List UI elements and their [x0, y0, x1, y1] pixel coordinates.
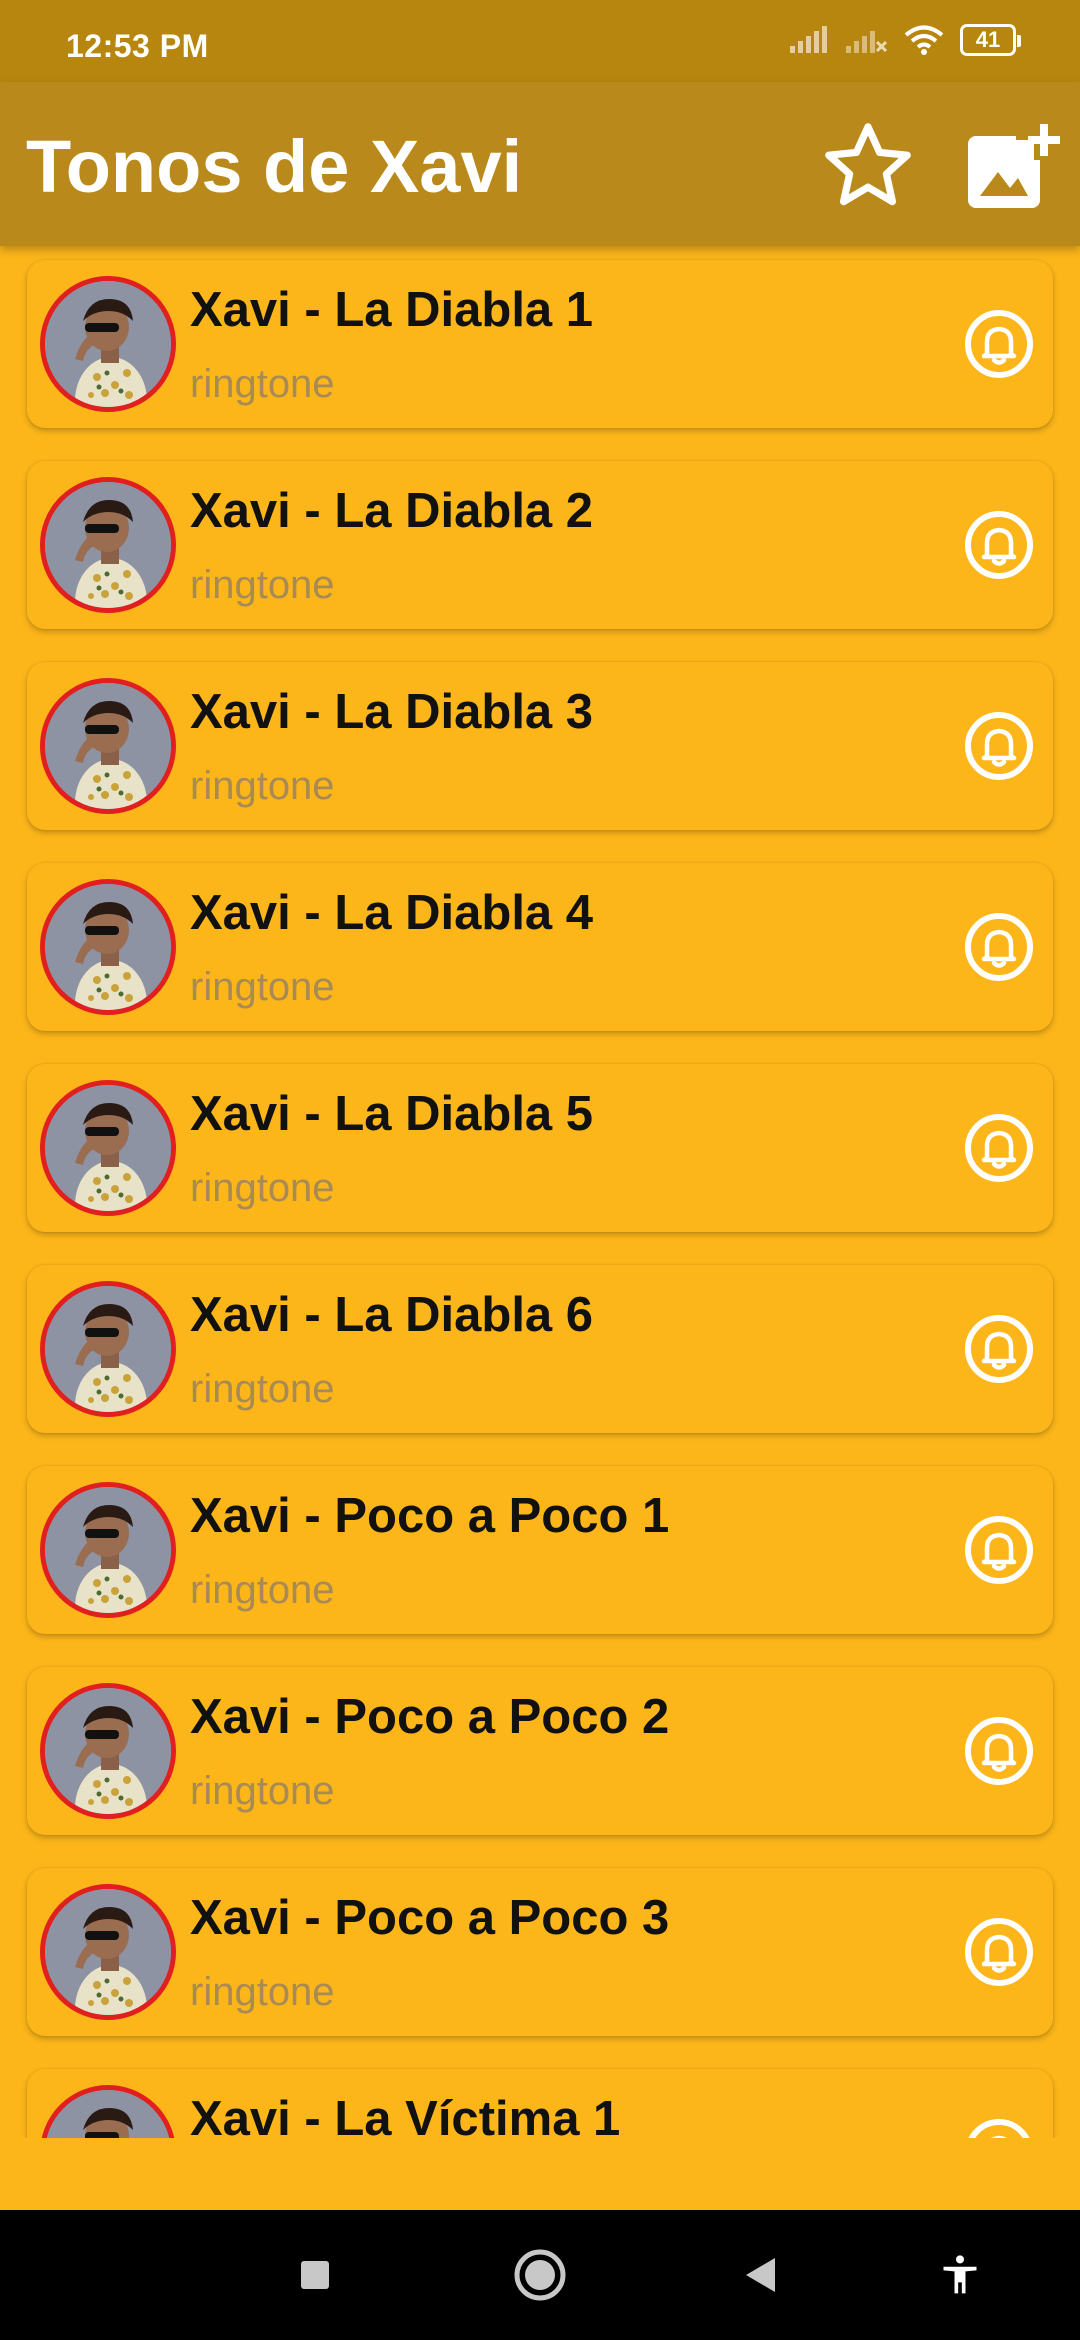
ringtone-title: Xavi - Poco a Poco 3 [190, 1891, 670, 1945]
ringtone-card[interactable]: Xavi - Poco a Poco 3 ringtone [27, 1868, 1053, 2036]
artist-photo-icon [45, 1085, 171, 1211]
set-ringtone-button[interactable] [963, 1916, 1035, 1988]
bell-icon [965, 1918, 1033, 1986]
add-photo-icon [968, 124, 1060, 208]
artist-avatar [40, 276, 176, 412]
ringtone-card[interactable]: Xavi - La Víctima 1 ringtone [27, 2069, 1053, 2138]
artist-avatar [40, 678, 176, 814]
app-title: Tonos de Xavi [26, 125, 523, 208]
bell-icon [965, 1315, 1033, 1383]
set-ringtone-button[interactable] [963, 1313, 1035, 1385]
app-bar: Tonos de Xavi [0, 82, 1080, 246]
bell-icon [965, 1717, 1033, 1785]
ringtone-title: Xavi - La Diabla 2 [190, 484, 594, 538]
set-ringtone-button[interactable] [963, 2117, 1035, 2138]
ringtone-subtitle: ringtone [190, 1970, 335, 2014]
ringtone-subtitle: ringtone [190, 563, 335, 607]
recents-button[interactable] [265, 2210, 365, 2340]
artist-photo-icon [45, 1688, 171, 1814]
artist-photo-icon [45, 884, 171, 1010]
home-circle-icon [514, 2249, 566, 2301]
wifi-icon [904, 25, 944, 55]
recents-square-icon [301, 2261, 329, 2289]
set-ringtone-button[interactable] [963, 308, 1035, 380]
ringtone-subtitle: ringtone [190, 1769, 335, 1813]
ringtone-card[interactable]: Xavi - La Diabla 4 ringtone [27, 863, 1053, 1031]
artist-avatar [40, 2085, 176, 2138]
bell-icon [965, 913, 1033, 981]
ringtone-card[interactable]: Xavi - La Diabla 5 ringtone [27, 1064, 1053, 1232]
ringtone-subtitle: ringtone [190, 1367, 335, 1411]
ringtone-list[interactable]: Xavi - La Diabla 1 ringtone Xavi - La Di… [0, 246, 1080, 2138]
status-bar: 12:53 PM 41 [0, 0, 1080, 82]
signal-icon [790, 26, 827, 53]
signal-off-icon [846, 31, 888, 53]
ringtone-subtitle: ringtone [190, 965, 335, 1009]
artist-photo-icon [45, 281, 171, 407]
ringtone-title: Xavi - La Diabla 1 [190, 283, 594, 337]
star-outline-icon [825, 123, 911, 206]
artist-photo-icon [45, 1487, 171, 1613]
artist-photo-icon [45, 482, 171, 608]
bell-icon [968, 2119, 1030, 2138]
ringtone-title: Xavi - La Víctima 1 [190, 2092, 621, 2138]
system-nav-bar [0, 2210, 1080, 2340]
artist-avatar [40, 1281, 176, 1417]
artist-photo-icon [45, 1889, 171, 2015]
bell-icon [965, 712, 1033, 780]
status-time: 12:53 PM [66, 28, 209, 64]
accessibility-icon [943, 2255, 977, 2294]
set-ringtone-button[interactable] [963, 1514, 1035, 1586]
set-ringtone-button[interactable] [963, 509, 1035, 581]
home-button[interactable] [490, 2210, 590, 2340]
ringtone-subtitle: ringtone [190, 1568, 335, 1612]
ringtone-card[interactable]: Xavi - La Diabla 3 ringtone [27, 662, 1053, 830]
artist-avatar [40, 1884, 176, 2020]
back-button[interactable] [710, 2210, 810, 2340]
set-ringtone-button[interactable] [963, 911, 1035, 983]
artist-avatar [40, 879, 176, 1015]
ringtone-subtitle: ringtone [190, 764, 335, 808]
battery-icon: 41 [960, 24, 1021, 56]
artist-avatar [40, 477, 176, 613]
favorites-button[interactable] [818, 116, 918, 216]
bell-icon [965, 1516, 1033, 1584]
ringtone-title: Xavi - Poco a Poco 1 [190, 1489, 670, 1543]
artist-photo-icon [45, 683, 171, 809]
set-ringtone-button[interactable] [963, 1112, 1035, 1184]
artist-photo-icon [45, 2090, 171, 2138]
ringtone-card[interactable]: Xavi - Poco a Poco 2 ringtone [27, 1667, 1053, 1835]
ringtone-card[interactable]: Xavi - La Diabla 6 ringtone [27, 1265, 1053, 1433]
list-bottom-spacer [0, 2138, 1080, 2210]
ringtone-title: Xavi - La Diabla 3 [190, 685, 594, 739]
ringtone-title: Xavi - La Diabla 5 [190, 1087, 594, 1141]
bell-icon [965, 1114, 1033, 1182]
artist-avatar [40, 1080, 176, 1216]
ringtone-subtitle: ringtone [190, 362, 335, 406]
bell-icon [965, 310, 1033, 378]
bell-icon [965, 511, 1033, 579]
accessibility-button[interactable] [910, 2210, 1010, 2340]
back-triangle-icon [746, 2258, 775, 2292]
ringtone-title: Xavi - La Diabla 4 [190, 886, 594, 940]
status-icons: 41 [788, 24, 1021, 56]
artist-avatar [40, 1683, 176, 1819]
artist-avatar [40, 1482, 176, 1618]
add-wallpaper-button[interactable] [960, 116, 1064, 220]
set-ringtone-button[interactable] [963, 710, 1035, 782]
ringtone-card[interactable]: Xavi - La Diabla 2 ringtone [27, 461, 1053, 629]
ringtone-subtitle: ringtone [190, 1166, 335, 1210]
ringtone-title: Xavi - Poco a Poco 2 [190, 1690, 670, 1744]
ringtone-title: Xavi - La Diabla 6 [190, 1288, 594, 1342]
set-ringtone-button[interactable] [963, 1715, 1035, 1787]
ringtone-card[interactable]: Xavi - La Diabla 1 ringtone [27, 260, 1053, 428]
ringtone-card[interactable]: Xavi - Poco a Poco 1 ringtone [27, 1466, 1053, 1634]
artist-photo-icon [45, 1286, 171, 1412]
